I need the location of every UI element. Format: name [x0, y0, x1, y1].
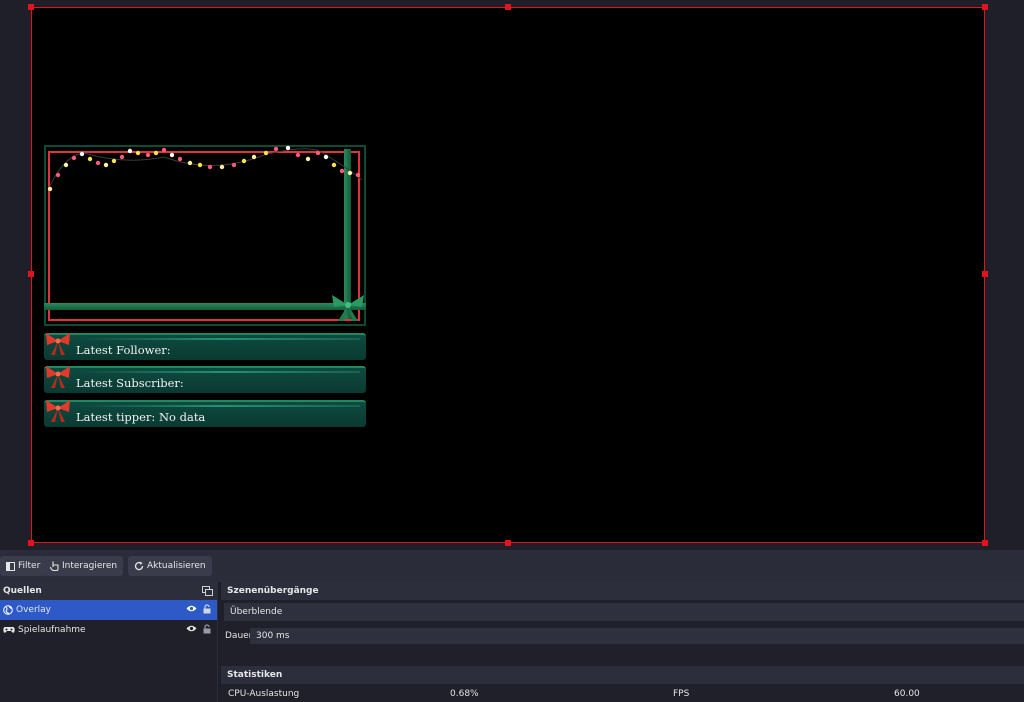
- transitions-title: Szenenübergänge: [221, 582, 1024, 600]
- refresh-label: Aktualisieren: [147, 561, 206, 571]
- source-toolbar: Filter Interagieren Aktualisieren: [0, 550, 1024, 582]
- source-item-overlay[interactable]: Overlay: [0, 600, 217, 620]
- alert-label: Latest Subscriber:: [76, 376, 184, 390]
- resize-handle-bottom-right[interactable]: [982, 540, 988, 546]
- stat-row: CPU-Auslastung 0.68% FPS 60.00: [221, 686, 1024, 702]
- preview-area[interactable]: Latest Follower: Latest Subscriber: Late…: [0, 0, 1024, 550]
- resize-handle-top-left[interactable]: [28, 4, 34, 10]
- cpu-value: 0.68%: [450, 689, 479, 699]
- resize-handle-bottom-left[interactable]: [28, 540, 34, 546]
- filter-button[interactable]: Filter: [0, 556, 47, 576]
- filter-icon: [6, 561, 15, 571]
- stats-dock: Statistiken CPU-Auslastung 0.68% FPS 60.…: [221, 666, 1024, 702]
- resize-handle-top[interactable]: [505, 4, 511, 10]
- red-bow-icon: [46, 400, 70, 422]
- lock-icon[interactable]: [203, 604, 211, 614]
- filter-label: Filter: [18, 561, 41, 571]
- string-lights-icon: [47, 145, 363, 192]
- refresh-button[interactable]: Aktualisieren: [128, 556, 212, 576]
- stats-title: Statistiken: [221, 666, 1024, 684]
- duration-input[interactable]: 300 ms: [250, 628, 1024, 644]
- alert-label: Latest tipper: No data: [76, 410, 206, 424]
- lock-icon[interactable]: [203, 624, 211, 634]
- ribbon-horizontal: [44, 303, 366, 310]
- source-item-spielaufnahme[interactable]: Spielaufnahme: [0, 620, 217, 640]
- interact-label: Interagieren: [62, 561, 118, 571]
- cpu-label: CPU-Auslastung: [228, 689, 300, 699]
- alert-bar-subscriber: Latest Subscriber:: [44, 366, 366, 393]
- transition-select[interactable]: Überblende: [224, 603, 1024, 621]
- eye-icon[interactable]: [186, 624, 197, 633]
- hand-pointer-icon: [50, 561, 59, 571]
- alert-bar-tipper: Latest tipper: No data: [44, 400, 366, 427]
- fps-value: 60.00: [894, 689, 920, 699]
- source-name: Spielaufnahme: [18, 625, 86, 635]
- green-bow-icon: [332, 295, 364, 321]
- resize-handle-left[interactable]: [28, 271, 34, 277]
- sources-dock: Quellen Overlay Spielaufnahme: [0, 582, 218, 702]
- fps-label: FPS: [673, 689, 690, 699]
- interact-button[interactable]: Interagieren: [44, 556, 124, 576]
- resize-handle-right[interactable]: [982, 271, 988, 277]
- source-name: Overlay: [16, 605, 51, 615]
- transitions-dock: Szenenübergänge Überblende Dauer 300 ms: [221, 582, 1024, 666]
- resize-handle-bottom[interactable]: [505, 540, 511, 546]
- gamepad-icon: [3, 627, 15, 633]
- refresh-icon: [134, 561, 144, 571]
- eye-icon[interactable]: [186, 604, 197, 613]
- red-bow-icon: [46, 333, 70, 355]
- red-bow-icon: [46, 366, 70, 388]
- alert-bar-follower: Latest Follower:: [44, 333, 366, 360]
- resize-handle-top-right[interactable]: [982, 4, 988, 10]
- undock-icon[interactable]: [202, 586, 213, 596]
- sources-title: Quellen: [0, 582, 217, 600]
- overlay-camera-frame: [44, 145, 366, 326]
- alert-label: Latest Follower:: [76, 343, 171, 357]
- globe-icon: [3, 605, 13, 615]
- duration-label: Dauer: [225, 631, 253, 641]
